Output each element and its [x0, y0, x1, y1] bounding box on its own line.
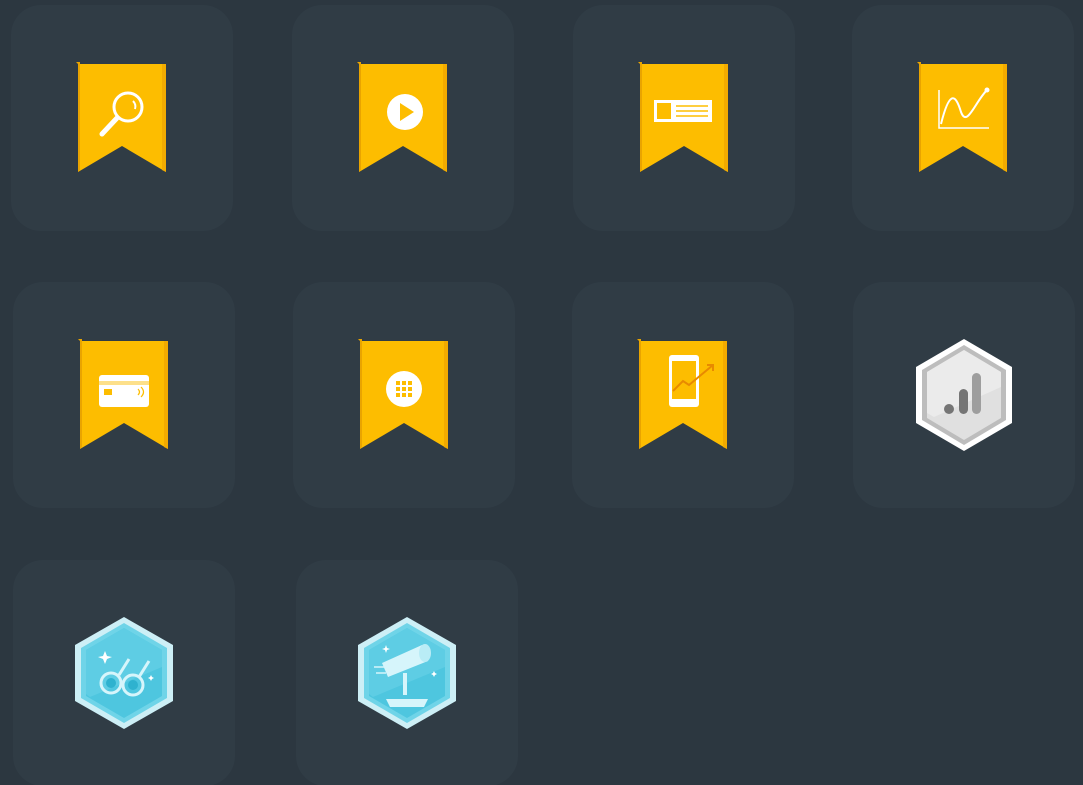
- badge-tile-video[interactable]: [292, 5, 514, 231]
- badge-tile-shopping[interactable]: [13, 282, 235, 508]
- badge-tile-analytics[interactable]: [852, 5, 1074, 231]
- badge-grid: [0, 0, 1083, 785]
- badge-tile-analytics-hex[interactable]: [853, 282, 1075, 508]
- badge-tile-apps[interactable]: [293, 282, 515, 508]
- badge-tile-mobile[interactable]: [572, 282, 794, 508]
- telescope-hex-badge-icon: [356, 615, 458, 731]
- apps-ribbon-badge-icon: [358, 339, 450, 451]
- analytics-hex-badge-icon: [914, 337, 1014, 453]
- badge-tile-telescope[interactable]: [296, 560, 518, 785]
- badge-tile-display[interactable]: [573, 5, 795, 231]
- display-ad-ribbon-badge-icon: [638, 62, 730, 174]
- mobile-ribbon-badge-icon: [637, 339, 729, 451]
- video-ribbon-badge-icon: [357, 62, 449, 174]
- analytics-ribbon-badge-icon: [917, 62, 1009, 174]
- badge-tile-search[interactable]: [11, 5, 233, 231]
- shopping-ribbon-badge-icon: [78, 339, 170, 451]
- search-ribbon-badge-icon: [76, 62, 168, 174]
- binoculars-hex-badge-icon: [73, 615, 175, 731]
- badge-tile-binoculars[interactable]: [13, 560, 235, 785]
